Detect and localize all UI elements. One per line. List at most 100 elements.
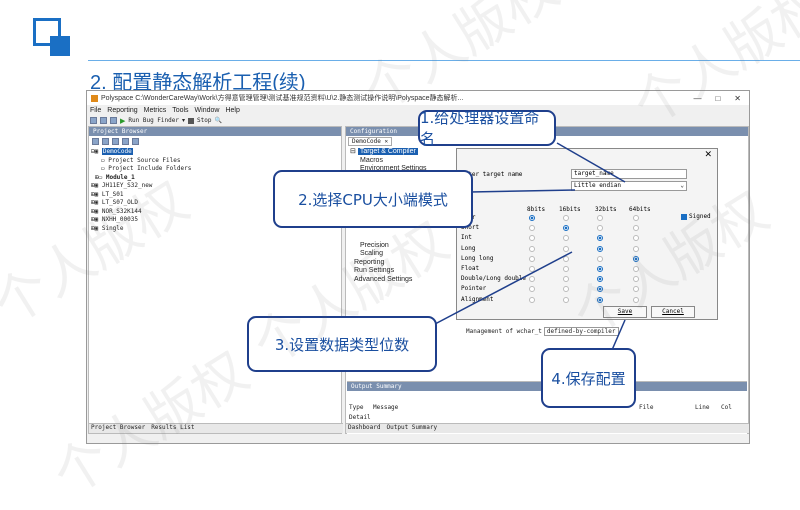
- cancel-button[interactable]: Cancel: [651, 306, 695, 318]
- col-file[interactable]: File: [639, 404, 653, 411]
- radio-32bits[interactable]: [597, 276, 603, 283]
- menu-file[interactable]: File: [90, 107, 101, 114]
- radio-64bits[interactable]: [633, 235, 639, 242]
- tree-item[interactable]: ⊟▣ DemoCode: [91, 148, 339, 157]
- config-item[interactable]: ⊟ Target & Compiler: [350, 148, 427, 157]
- menu-reporting[interactable]: Reporting: [107, 107, 137, 114]
- tree-item-label: NOR_S32K144: [101, 207, 142, 215]
- tab-results-list[interactable]: Results List: [151, 424, 194, 433]
- radio-32bits[interactable]: [597, 255, 603, 262]
- tab-democode[interactable]: DemoCode ✕: [348, 137, 393, 146]
- col-64bits: 64bits: [629, 206, 651, 213]
- tree-item[interactable]: ▭ Project Source Files: [91, 157, 339, 166]
- radio-8bits[interactable]: [529, 296, 535, 303]
- save-button[interactable]: Save: [603, 306, 647, 318]
- radio-64bits[interactable]: [633, 276, 639, 283]
- wchar-select[interactable]: defined-by-compiler: [543, 327, 619, 336]
- radio-16bits[interactable]: [563, 235, 569, 242]
- close-button[interactable]: ✕: [734, 94, 741, 103]
- radio-32bits[interactable]: [597, 286, 603, 293]
- config-item[interactable]: Macros: [350, 157, 427, 166]
- dropdown-icon[interactable]: ▾: [182, 117, 185, 124]
- run-icon[interactable]: ▶: [120, 117, 125, 125]
- target-dialog: ✕ Enter target name target_name Little e…: [456, 148, 718, 320]
- menu-tools[interactable]: Tools: [172, 107, 188, 114]
- config-item[interactable]: Precision: [350, 242, 427, 251]
- radio-64bits[interactable]: [633, 296, 639, 303]
- config-item[interactable]: Run Settings: [350, 267, 427, 276]
- stop-button[interactable]: Stop: [197, 117, 211, 124]
- datatype-row-label: Float: [461, 265, 480, 272]
- tree-item-label: LT_S07_OLD: [101, 199, 138, 206]
- refresh-icon[interactable]: [112, 138, 119, 145]
- radio-8bits[interactable]: [529, 266, 535, 272]
- minimize-button[interactable]: —: [693, 94, 701, 103]
- menu-help[interactable]: Help: [225, 107, 239, 114]
- radio-8bits[interactable]: [529, 245, 535, 252]
- tab-output-summary[interactable]: Output Summary: [387, 424, 438, 433]
- col-8bits: 8bits: [527, 206, 546, 213]
- radio-64bits[interactable]: [633, 255, 639, 262]
- menu-bar: File Reporting Metrics Tools Window Help: [87, 105, 749, 115]
- save-icon[interactable]: [110, 117, 117, 124]
- signed-checkbox[interactable]: Signed: [681, 213, 711, 220]
- project-browser-tabs: Project Browser Results List: [89, 423, 343, 433]
- radio-16bits[interactable]: [563, 266, 569, 272]
- radio-8bits[interactable]: [529, 215, 535, 221]
- filter-icon[interactable]: [132, 138, 139, 145]
- tab-project-browser[interactable]: Project Browser: [91, 424, 145, 433]
- col-message[interactable]: Message: [373, 404, 398, 411]
- radio-32bits[interactable]: [597, 245, 603, 252]
- radio-8bits[interactable]: [529, 255, 535, 262]
- radio-16bits[interactable]: [563, 245, 569, 252]
- target-name-input[interactable]: target_name: [571, 169, 687, 179]
- tab-dashboard[interactable]: Dashboard: [348, 424, 381, 433]
- radio-8bits[interactable]: [529, 235, 535, 242]
- window-titlebar: Polyspace C:\WonderCareWay\Work\方得意管理管理\…: [87, 91, 749, 105]
- radio-64bits[interactable]: [633, 225, 639, 232]
- maximize-button[interactable]: □: [715, 94, 720, 103]
- radio-8bits[interactable]: [529, 276, 535, 283]
- menu-window[interactable]: Window: [195, 107, 220, 114]
- col-32bits: 32bits: [595, 206, 617, 213]
- radio-16bits[interactable]: [563, 276, 569, 283]
- config-item[interactable]: Reporting: [350, 259, 427, 268]
- output-row[interactable]: Detail: [349, 414, 371, 421]
- radio-64bits[interactable]: [633, 215, 639, 221]
- sort-icon[interactable]: [122, 138, 129, 145]
- radio-8bits[interactable]: [529, 286, 535, 293]
- radio-64bits[interactable]: [633, 286, 639, 293]
- remove-icon[interactable]: [102, 138, 109, 145]
- datatype-row-label: Int: [461, 234, 472, 242]
- radio-32bits[interactable]: [597, 235, 603, 242]
- add-icon[interactable]: [92, 138, 99, 145]
- radio-16bits[interactable]: [563, 296, 569, 303]
- radio-16bits[interactable]: [563, 225, 569, 232]
- check-icon: [681, 213, 687, 220]
- menu-metrics[interactable]: Metrics: [144, 107, 167, 114]
- search-icon[interactable]: 🔍: [214, 117, 221, 124]
- new-project-icon[interactable]: [90, 117, 97, 124]
- open-icon[interactable]: [100, 117, 107, 124]
- signed-label: Signed: [689, 213, 711, 220]
- run-bug-finder-button[interactable]: Run Bug Finder: [128, 117, 179, 124]
- stop-icon[interactable]: [187, 117, 194, 124]
- config-item[interactable]: Scaling: [350, 250, 427, 259]
- endian-select[interactable]: Little endian ⌄: [571, 181, 687, 191]
- col-line[interactable]: Line: [695, 404, 709, 411]
- radio-64bits[interactable]: [633, 245, 639, 252]
- radio-16bits[interactable]: [563, 215, 569, 221]
- radio-16bits[interactable]: [563, 255, 569, 262]
- radio-32bits[interactable]: [597, 296, 603, 303]
- radio-32bits[interactable]: [597, 266, 603, 272]
- radio-32bits[interactable]: [597, 215, 603, 221]
- dialog-close-button[interactable]: ✕: [704, 150, 712, 160]
- config-item[interactable]: Advanced Settings: [350, 276, 427, 285]
- project-browser-toolbar: [89, 136, 341, 147]
- radio-64bits[interactable]: [633, 266, 639, 272]
- radio-16bits[interactable]: [563, 286, 569, 293]
- col-col[interactable]: Col: [721, 404, 732, 411]
- radio-32bits[interactable]: [597, 225, 603, 232]
- radio-8bits[interactable]: [529, 225, 535, 232]
- col-type[interactable]: Type: [349, 404, 363, 411]
